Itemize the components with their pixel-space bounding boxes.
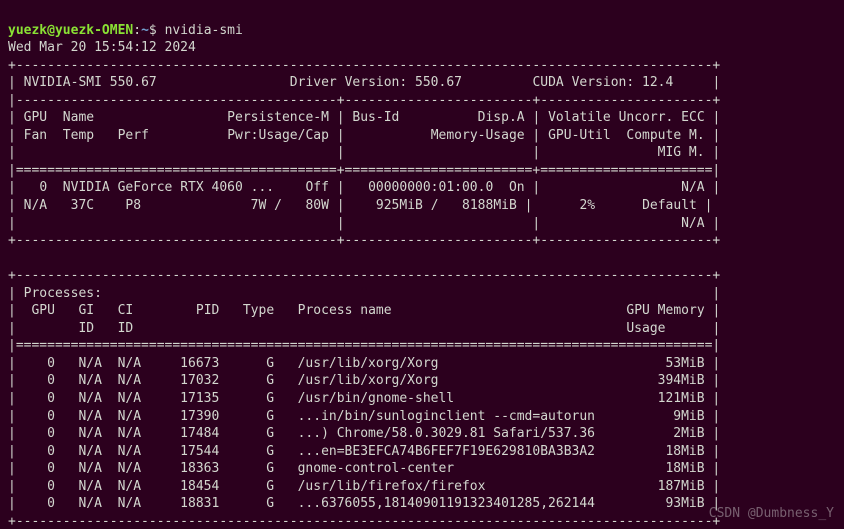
processes-title: | Processes: | [8,286,720,301]
header-row: | NVIDIA-SMI 550.67 Driver Version: 550.… [8,75,720,90]
output-datetime: Wed Mar 20 15:54:12 2024 [8,40,196,55]
watermark: CSDN @Dumbness_Y [709,505,834,523]
gpu-col-header-1: | GPU Name Persistence-M | Bus-Id Disp.A… [8,110,720,125]
gpu-row-0-line3: | | | N/A | [8,216,720,231]
shell-prompt: yuezk@yuezk-OMEN:~$ [8,23,165,38]
terminal-output[interactable]: yuezk@yuezk-OMEN:~$ nvidia-smi Wed Mar 2… [0,0,844,529]
prompt-user: yuezk [8,23,47,38]
processes-col-header-2: | ID ID Usage | [8,321,720,336]
gpu-row-0-line1: | 0 NVIDIA GeForce RTX 4060 ... Off | 00… [8,180,720,195]
gpu-col-header-2: | Fan Temp Perf Pwr:Usage/Cap | Memory-U… [8,128,720,143]
gpu-col-header-3: | | | MIG M. | [8,145,720,160]
prompt-host: yuezk-OMEN [55,23,133,38]
nvidia-smi-table: +---------------------------------------… [8,58,720,529]
gpu-row-0-line2: | N/A 37C P8 7W / 80W | 925MiB / 8188MiB… [8,198,713,213]
command-input[interactable]: nvidia-smi [165,23,243,38]
prompt-path: ~ [141,23,149,38]
processes-col-header-1: | GPU GI CI PID Type Process name GPU Me… [8,303,720,318]
